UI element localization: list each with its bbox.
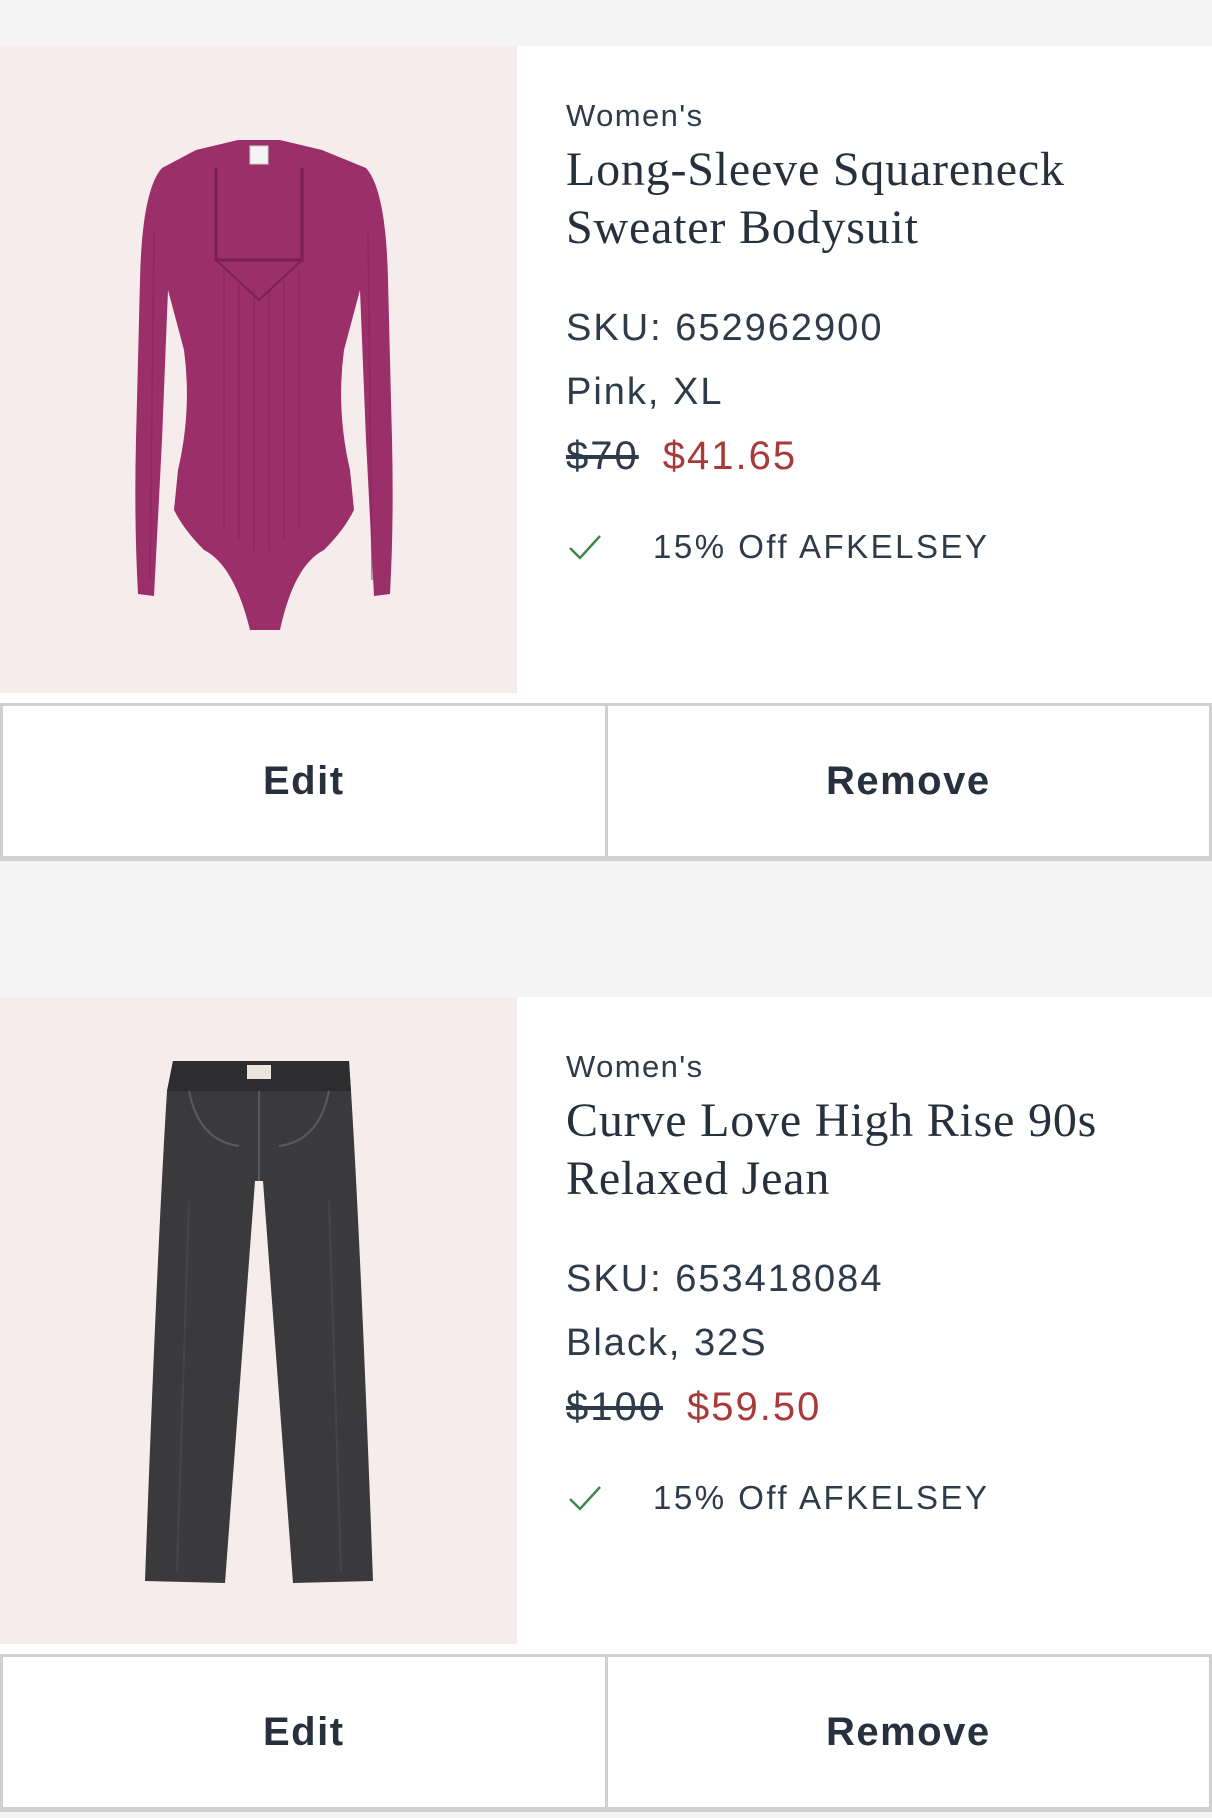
original-price: $100	[566, 1384, 663, 1429]
product-details: Women's Long-Sleeve Squareneck Sweater B…	[517, 46, 1212, 693]
promo-text: 15% Off AFKELSEY	[653, 1478, 990, 1516]
bag-item: Women's Long-Sleeve Squareneck Sweater B…	[0, 46, 1212, 861]
promo-row: 15% Off AFKELSEY	[566, 528, 1212, 566]
product-sku: SKU: 653418084	[566, 1257, 884, 1300]
product-details: Women's Curve Love High Rise 90s Relaxed…	[517, 997, 1212, 1644]
edit-button[interactable]: Edit	[0, 703, 608, 861]
product-name-line2: Sweater Bodysuit	[566, 200, 919, 254]
item-actions: Edit Remove	[0, 703, 1212, 861]
product-name[interactable]: Curve Love High Rise 90s Relaxed Jean	[566, 1092, 1212, 1208]
check-icon	[569, 534, 601, 560]
product-name-line1: Curve Love High Rise 90s	[566, 1093, 1098, 1147]
remove-button[interactable]: Remove	[607, 703, 1212, 861]
product-name-line2: Relaxed Jean	[566, 1151, 831, 1205]
product-name[interactable]: Long-Sleeve Squareneck Sweater Bodysuit	[566, 141, 1212, 257]
bag-page: Women's Long-Sleeve Squareneck Sweater B…	[0, 0, 1212, 1818]
edit-button[interactable]: Edit	[0, 1654, 608, 1812]
product-gender: Women's	[566, 1049, 704, 1084]
product-name-line1: Long-Sleeve Squareneck	[566, 142, 1065, 196]
price-row: $100 $59.50	[566, 1375, 1212, 1439]
bag-item: Women's Curve Love High Rise 90s Relaxed…	[0, 997, 1212, 1812]
product-sku: SKU: 652962900	[566, 306, 884, 349]
product-gender: Women's	[566, 98, 704, 133]
product-variant: Pink, XL	[566, 370, 724, 413]
original-price: $70	[566, 433, 639, 478]
black-jeans-image	[144, 1060, 373, 1583]
promo-text: 15% Off AFKELSEY	[653, 527, 990, 565]
sale-price: $59.50	[686, 1384, 822, 1429]
price-row: $70 $41.65	[566, 424, 1212, 488]
item-actions: Edit Remove	[0, 1654, 1212, 1812]
check-icon	[569, 1485, 601, 1511]
product-row: Women's Curve Love High Rise 90s Relaxed…	[0, 997, 1212, 1644]
product-image[interactable]	[0, 46, 517, 693]
product-row: Women's Long-Sleeve Squareneck Sweater B…	[0, 46, 1212, 693]
product-variant: Black, 32S	[566, 1321, 768, 1364]
sale-price: $41.65	[662, 433, 798, 478]
promo-row: 15% Off AFKELSEY	[566, 1479, 1212, 1517]
product-image[interactable]	[0, 997, 517, 1644]
remove-button[interactable]: Remove	[607, 1654, 1212, 1812]
pink-bodysuit-image	[134, 139, 393, 630]
